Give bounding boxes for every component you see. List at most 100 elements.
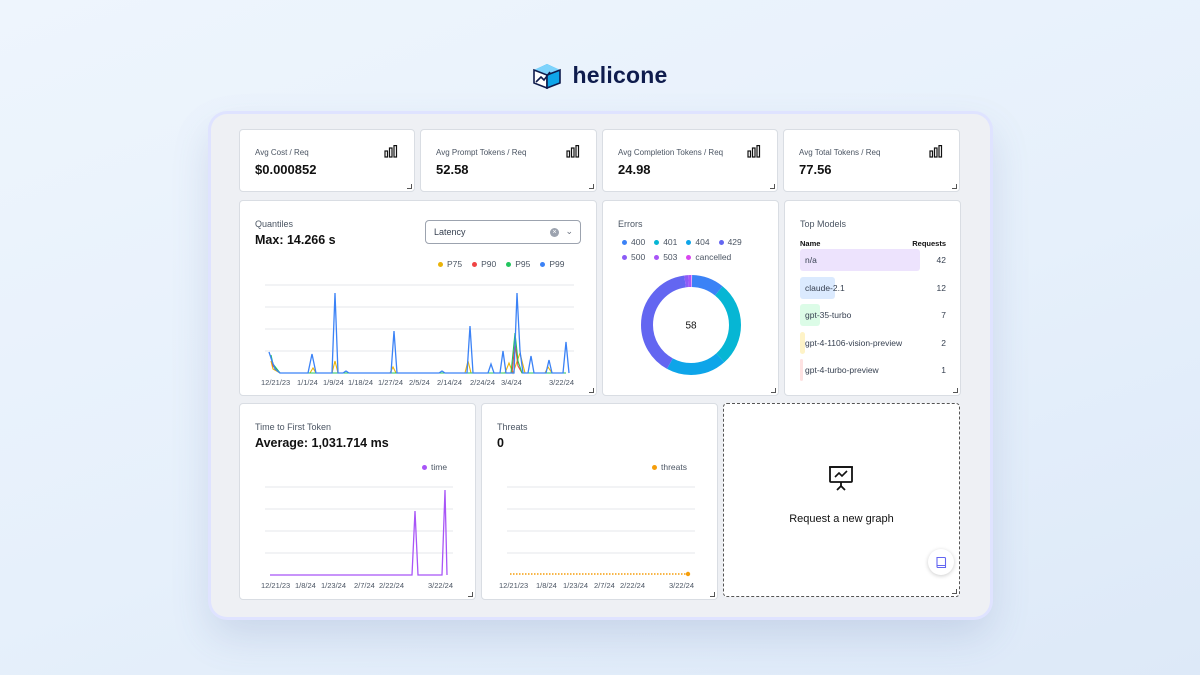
legend-dot	[686, 254, 692, 260]
request-count: 1	[941, 365, 946, 375]
legend-dot	[622, 239, 627, 245]
legend-item-401: 401	[654, 237, 677, 247]
share-bar	[800, 359, 803, 381]
docs-button[interactable]	[928, 549, 954, 575]
legend-dot	[718, 239, 724, 245]
errors-card: Errors 400 401 404 429 500 503 cancelled…	[602, 200, 779, 396]
x-tick: 1/23/24	[321, 581, 347, 590]
table-row[interactable]: n/a 42	[800, 249, 946, 271]
x-tick: 2/14/24	[437, 378, 463, 387]
legend-label: 401	[663, 237, 678, 247]
top-models-card: Top Models Name Requests n/a 42 claude-2…	[784, 200, 961, 396]
column-header-name: Name	[800, 239, 821, 248]
request-count: 7	[941, 310, 946, 320]
legend-dot	[654, 239, 660, 245]
x-tick: 2/22/24	[620, 581, 646, 590]
kpi-card-avg-completion-tokens[interactable]: Avg Completion Tokens / Req 24.98	[602, 129, 778, 192]
kpi-value: 24.98	[618, 162, 651, 177]
resize-handle[interactable]	[589, 184, 594, 189]
request-graph-label: Request a new graph	[789, 513, 894, 525]
series-p99-line	[268, 292, 570, 374]
threats-last-point	[685, 571, 691, 577]
kpi-card-avg-cost[interactable]: Avg Cost / Req $0.000852	[239, 129, 415, 192]
x-tick: 3/4/24	[501, 378, 522, 387]
request-count: 12	[936, 283, 946, 293]
chart-gridlines	[265, 284, 574, 352]
legend-label: cancelled	[695, 252, 732, 262]
x-tick: 1/18/24	[348, 378, 374, 387]
quantiles-line-chart	[265, 284, 574, 375]
kpi-value: $0.000852	[255, 162, 317, 177]
legend-item-404: 404	[686, 237, 710, 247]
kpi-label: Avg Cost / Req	[255, 148, 309, 157]
model-name: gpt-35-turbo	[805, 310, 852, 320]
x-tick: 3/22/24	[549, 378, 575, 387]
brand-name: helicone	[572, 62, 668, 88]
x-tick: 3/22/24	[669, 581, 695, 590]
request-count: 42	[936, 255, 946, 265]
table-header: Name Requests	[800, 239, 946, 248]
legend-item-400: 400	[622, 237, 645, 247]
errors-legend-row2: 500 503 cancelled	[622, 252, 731, 262]
resize-handle[interactable]	[952, 184, 957, 189]
ttft-line-chart	[265, 486, 453, 576]
legend-dot	[622, 254, 627, 260]
x-tick: 3/22/24	[428, 581, 454, 590]
threats-line-chart	[507, 486, 695, 577]
errors-legend-row1: 400 401 404 429	[622, 237, 742, 247]
model-name: gpt-4-1106-vision-preview	[805, 338, 903, 348]
helicone-logo-icon	[532, 63, 561, 89]
x-tick: 12/21/23	[261, 378, 291, 387]
card-title: Errors	[618, 219, 643, 229]
table-row[interactable]: gpt-4-1106-vision-preview 2	[800, 332, 946, 354]
legend-dot	[686, 239, 692, 245]
column-header-requests: Requests	[912, 239, 946, 248]
model-name: claude-2.1	[805, 283, 845, 293]
dashboard-frame: Avg Cost / Req $0.000852 Avg Prompt Toke…	[211, 114, 990, 617]
chart-gridlines	[265, 486, 453, 554]
bar-chart-icon	[566, 145, 580, 158]
table-row[interactable]: claude-2.1 12	[800, 277, 946, 299]
legend-item-503: 503	[654, 252, 677, 262]
bar-chart-icon	[929, 145, 943, 158]
model-name: gpt-4-turbo-preview	[805, 365, 879, 375]
legend-label: 404	[695, 237, 710, 247]
kpi-label: Avg Total Tokens / Req	[799, 148, 881, 157]
kpi-value: 77.56	[799, 162, 832, 177]
model-name: n/a	[805, 255, 817, 265]
kpi-card-avg-total-tokens[interactable]: Avg Total Tokens / Req 77.56	[783, 129, 960, 192]
x-tick: 1/8/24	[295, 581, 316, 590]
kpi-value: 52.58	[436, 162, 469, 177]
legend-item-429: 429	[718, 237, 742, 247]
request-count: 2	[941, 338, 946, 348]
x-tick: 2/5/24	[409, 378, 430, 387]
kpi-card-avg-prompt-tokens[interactable]: Avg Prompt Tokens / Req 52.58	[420, 129, 597, 192]
x-tick: 2/22/24	[379, 581, 405, 590]
table-row[interactable]: gpt-4-turbo-preview 1	[800, 359, 946, 381]
presentation-chart-icon	[829, 466, 853, 491]
resize-handle[interactable]	[407, 184, 412, 189]
resize-handle[interactable]	[953, 388, 958, 393]
share-bar	[800, 249, 920, 271]
quantiles-card: Quantiles Max: 14.266 s Latency × ⌄ P75 …	[239, 200, 597, 396]
chart-gridlines	[507, 486, 695, 554]
resize-handle[interactable]	[589, 388, 594, 393]
kpi-label: Avg Prompt Tokens / Req	[436, 148, 527, 157]
kpi-label: Avg Completion Tokens / Req	[618, 148, 724, 157]
x-tick: 2/24/24	[470, 378, 496, 387]
x-tick: 1/23/24	[563, 581, 589, 590]
legend-dot	[654, 254, 660, 260]
x-tick: 1/27/24	[378, 378, 404, 387]
resize-handle[interactable]	[468, 592, 473, 597]
resize-handle[interactable]	[710, 592, 715, 597]
bar-chart-icon	[384, 145, 398, 158]
resize-handle[interactable]	[952, 589, 957, 594]
resize-handle[interactable]	[770, 184, 775, 189]
x-tick: 2/7/24	[594, 581, 615, 590]
table-row[interactable]: gpt-35-turbo 7	[800, 304, 946, 326]
request-new-graph-card[interactable]: Request a new graph	[723, 403, 960, 597]
errors-donut-chart: 58	[641, 275, 741, 375]
legend-label: 400	[631, 237, 646, 247]
resize-handle[interactable]	[771, 388, 776, 393]
donut-center-value: 58	[685, 321, 697, 332]
